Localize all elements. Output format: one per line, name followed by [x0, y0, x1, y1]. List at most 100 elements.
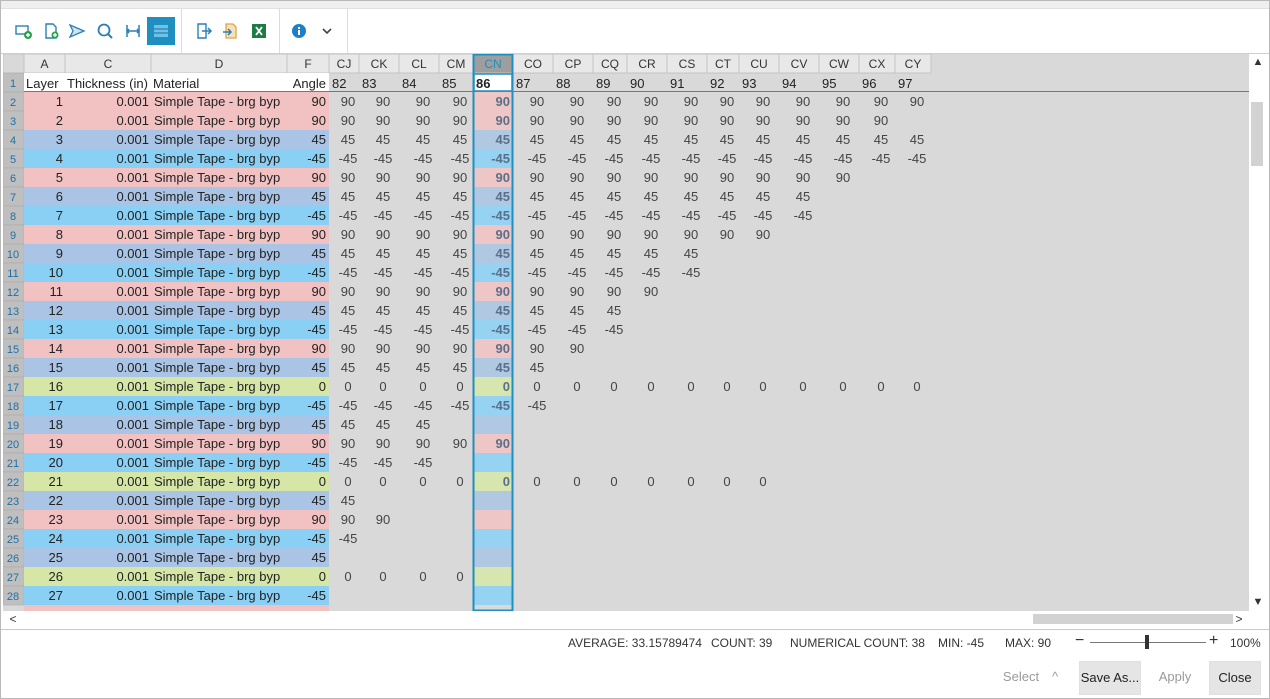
extra-cell[interactable]: 90 — [836, 170, 850, 185]
material-cell[interactable]: Simple Tape - brg byp — [154, 455, 280, 470]
extra-cell[interactable]: 45 — [496, 246, 510, 261]
extra-cell[interactable]: 0 — [687, 379, 694, 394]
extra-cell[interactable]: -45 — [374, 151, 393, 166]
column-header-CM[interactable]: CM — [447, 57, 466, 71]
extra-cell[interactable]: -45 — [414, 455, 433, 470]
angle-cell[interactable]: 45 — [312, 493, 326, 508]
thickness-cell[interactable]: 0.001 — [116, 151, 149, 166]
row-number[interactable]: 7 — [10, 192, 16, 204]
extra-cell[interactable]: 90 — [496, 227, 510, 242]
vertical-scrollbar[interactable]: ▲ ▼ — [1249, 54, 1267, 611]
horizontal-scroll-thumb[interactable] — [1033, 614, 1233, 624]
extra-cell[interactable]: -45 — [374, 322, 393, 337]
header-value[interactable]: 92 — [710, 76, 724, 91]
extra-cell[interactable]: 45 — [644, 132, 658, 147]
angle-cell[interactable]: 90 — [312, 94, 326, 109]
angle-cell[interactable]: 90 — [312, 113, 326, 128]
extra-cell[interactable]: 90 — [756, 113, 770, 128]
material-cell[interactable]: Simple Tape - brg byp — [154, 208, 280, 223]
thickness-cell[interactable]: 0.001 — [116, 341, 149, 356]
material-cell[interactable]: Simple Tape - brg byp — [154, 227, 280, 242]
layer-cell[interactable]: 2 — [56, 113, 63, 128]
angle-cell[interactable]: 90 — [312, 284, 326, 299]
extra-cell[interactable]: 45 — [416, 417, 430, 432]
extra-cell[interactable]: -45 — [414, 322, 433, 337]
thickness-cell[interactable]: 0.001 — [116, 360, 149, 375]
thickness-cell[interactable]: 0.001 — [116, 322, 149, 337]
material-cell[interactable]: Simple Tape - brg byp — [154, 113, 280, 128]
scroll-right-arrow[interactable]: > — [1233, 612, 1245, 626]
header-value[interactable]: 89 — [596, 76, 610, 91]
extra-cell[interactable]: -45 — [682, 151, 701, 166]
extra-cell[interactable]: -45 — [605, 151, 624, 166]
thickness-cell[interactable]: 0.001 — [116, 531, 149, 546]
extra-cell[interactable]: -45 — [414, 208, 433, 223]
extra-cell[interactable]: 45 — [720, 189, 734, 204]
extra-cell[interactable]: -45 — [754, 208, 773, 223]
extra-cell[interactable]: 45 — [644, 246, 658, 261]
extra-cell[interactable]: -45 — [339, 151, 358, 166]
extra-cell[interactable]: 90 — [530, 341, 544, 356]
extra-cell[interactable]: 90 — [416, 284, 430, 299]
extra-cell[interactable]: -45 — [374, 455, 393, 470]
extra-cell[interactable]: 90 — [376, 113, 390, 128]
extra-cell[interactable]: -45 — [491, 322, 510, 337]
material-cell[interactable]: Simple Tape - brg byp — [154, 531, 280, 546]
layer-cell[interactable]: 8 — [56, 227, 63, 242]
material-cell[interactable]: Simple Tape - brg byp — [154, 493, 280, 508]
excel-icon[interactable] — [245, 17, 273, 45]
material-cell[interactable]: Simple Tape - brg byp — [154, 246, 280, 261]
extra-cell[interactable]: -45 — [374, 398, 393, 413]
layer-cell[interactable]: 22 — [49, 493, 63, 508]
extra-cell[interactable]: 45 — [341, 417, 355, 432]
add-document-icon[interactable] — [37, 17, 65, 45]
column-header-CJ[interactable]: CJ — [337, 57, 352, 71]
row-number[interactable]: 4 — [10, 135, 16, 147]
column-header-CS[interactable]: CS — [679, 57, 696, 71]
layer-cell[interactable]: 19 — [49, 436, 63, 451]
fit-columns-icon[interactable] — [119, 17, 147, 45]
column-header-CU[interactable]: CU — [750, 57, 767, 71]
angle-cell[interactable]: 90 — [312, 436, 326, 451]
zoom-out-button[interactable]: − — [1075, 633, 1084, 649]
extra-cell[interactable]: -45 — [528, 208, 547, 223]
extra-cell[interactable]: 90 — [530, 94, 544, 109]
extra-cell[interactable]: 90 — [453, 113, 467, 128]
extra-cell[interactable]: 90 — [910, 94, 924, 109]
extra-cell[interactable]: 90 — [570, 227, 584, 242]
row-number[interactable]: 11 — [7, 268, 18, 280]
row-number[interactable]: 25 — [7, 534, 19, 546]
extra-cell[interactable]: 90 — [453, 227, 467, 242]
column-header-CQ[interactable]: CQ — [601, 57, 619, 71]
extra-cell[interactable]: 0 — [687, 474, 694, 489]
extra-cell[interactable]: 90 — [570, 341, 584, 356]
column-header-CK[interactable]: CK — [371, 57, 388, 71]
extra-cell[interactable]: 0 — [344, 379, 351, 394]
row-number[interactable]: 10 — [7, 249, 19, 261]
extra-cell[interactable]: 90 — [720, 113, 734, 128]
extra-cell[interactable]: 90 — [644, 170, 658, 185]
extra-cell[interactable]: 90 — [796, 94, 810, 109]
layer-cell[interactable]: 11 — [50, 284, 64, 299]
extra-cell[interactable]: 45 — [570, 189, 584, 204]
extra-cell[interactable]: -45 — [491, 398, 510, 413]
layer-cell[interactable]: 1 — [56, 94, 63, 109]
thickness-cell[interactable]: 0.001 — [116, 227, 149, 242]
extra-cell[interactable]: -45 — [451, 322, 470, 337]
row-number[interactable]: 16 — [7, 363, 19, 375]
row-number[interactable]: 1 — [10, 78, 16, 90]
header-value[interactable]: 91 — [670, 76, 684, 91]
extra-cell[interactable]: -45 — [491, 208, 510, 223]
zoom-in-button[interactable]: + — [1209, 633, 1218, 649]
extra-cell[interactable]: 45 — [684, 189, 698, 204]
thickness-cell[interactable]: 0.001 — [116, 113, 149, 128]
angle-cell[interactable]: 45 — [312, 360, 326, 375]
extra-cell[interactable]: 0 — [610, 474, 617, 489]
vertical-scroll-thumb[interactable] — [1251, 102, 1263, 166]
extra-cell[interactable]: -45 — [794, 151, 813, 166]
extra-cell[interactable]: 90 — [530, 227, 544, 242]
extra-cell[interactable]: 90 — [756, 227, 770, 242]
extra-cell[interactable]: 90 — [607, 227, 621, 242]
extra-cell[interactable]: 45 — [416, 132, 430, 147]
extra-cell[interactable]: 45 — [570, 246, 584, 261]
